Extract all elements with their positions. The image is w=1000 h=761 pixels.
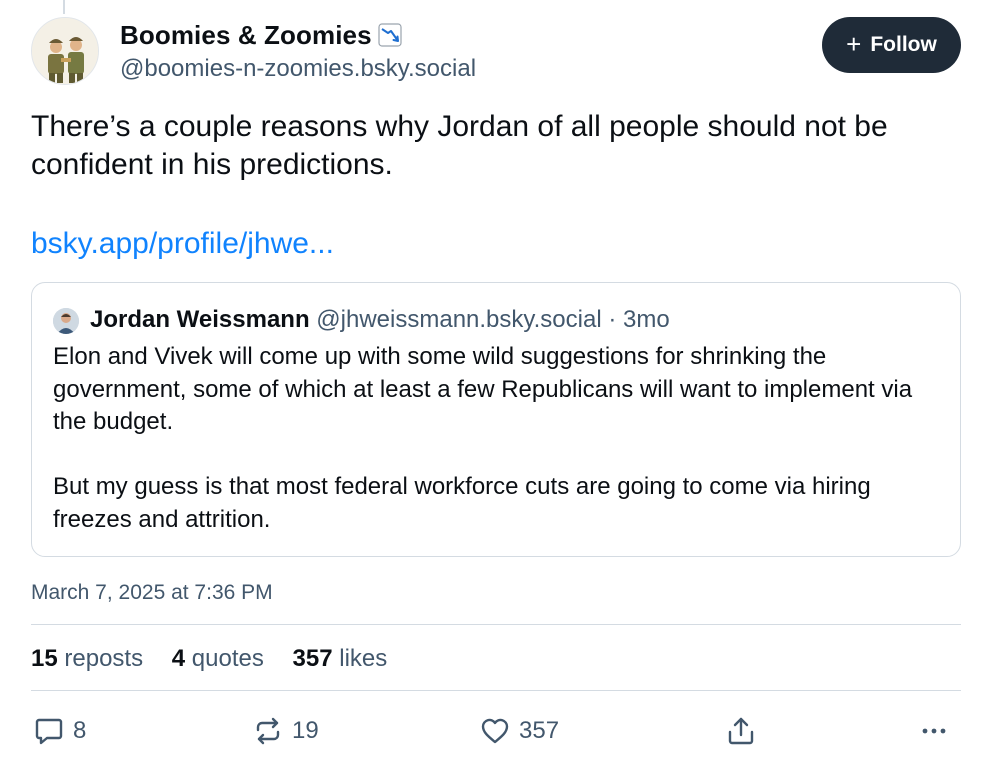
follow-button[interactable]: + Follow [822,17,961,73]
reposts-label: reposts [64,645,144,672]
quoted-author-handle-time[interactable]: @jhweissmann.bsky.social · 3mo [316,306,669,333]
quoted-post-card[interactable]: Jordan Weissmann @jhweissmann.bsky.socia… [31,282,961,557]
reposts-count: 15 [31,645,58,672]
likes-label: likes [339,645,388,672]
thread-line [63,0,65,14]
quotes-count: 4 [171,645,186,672]
author-handle[interactable]: @boomies-n-zoomies.bsky.social [120,55,476,83]
author-avatar[interactable] [31,17,99,85]
quoted-paragraph: But my guess is that most federal workfo… [53,473,871,533]
author-name-text: Boomies & Zoomies [120,20,372,50]
reply-count: 8 [73,717,87,744]
plus-icon: + [846,28,862,59]
repost-count: 19 [292,717,319,744]
likes-count: 357 [292,645,333,672]
reply-bubble-icon [35,718,63,745]
share-button[interactable] [725,714,757,748]
quoted-author-avatar[interactable] [53,308,79,334]
follow-button-label: Follow [870,33,937,56]
share-icon [728,717,754,745]
post-timestamp: March 7, 2025 at 7:36 PM [31,581,273,604]
divider [31,690,961,691]
quoted-paragraph: Elon and Vivek will come up with some wi… [53,343,913,436]
post-text: There’s a couple reasons why Jordan of a… [31,110,888,181]
more-dots-icon [922,728,946,734]
like-button[interactable]: 357 [479,714,559,748]
heart-icon [481,718,509,744]
more-options-button[interactable] [918,714,950,748]
quotes-stat[interactable]: 4 quotes [172,645,264,672]
repost-icon [256,717,280,745]
two-figures-avatar-icon [32,18,98,84]
likes-stat[interactable]: 357 likes [293,645,388,672]
quoted-post-header: Jordan Weissmann @jhweissmann.bsky.socia… [90,305,670,335]
reposts-stat[interactable]: 15 reposts [31,645,143,672]
quoted-author-name[interactable]: Jordan Weissmann [90,306,310,333]
like-count: 357 [519,717,560,744]
chart-decreasing-icon [378,23,402,54]
author-name[interactable]: Boomies & Zoomies [120,20,402,54]
person-avatar-icon [53,308,79,334]
divider [31,624,961,625]
post-link[interactable]: bsky.app/profile/jhwe... [31,225,334,263]
engagement-stats: 15 reposts 4 quotes 357 likes [31,644,409,674]
repost-button[interactable]: 19 [252,714,319,748]
reply-button[interactable]: 8 [33,714,86,748]
quotes-label: quotes [191,645,264,672]
quoted-post-body: Elon and Vivek will come up with some wi… [53,341,943,537]
